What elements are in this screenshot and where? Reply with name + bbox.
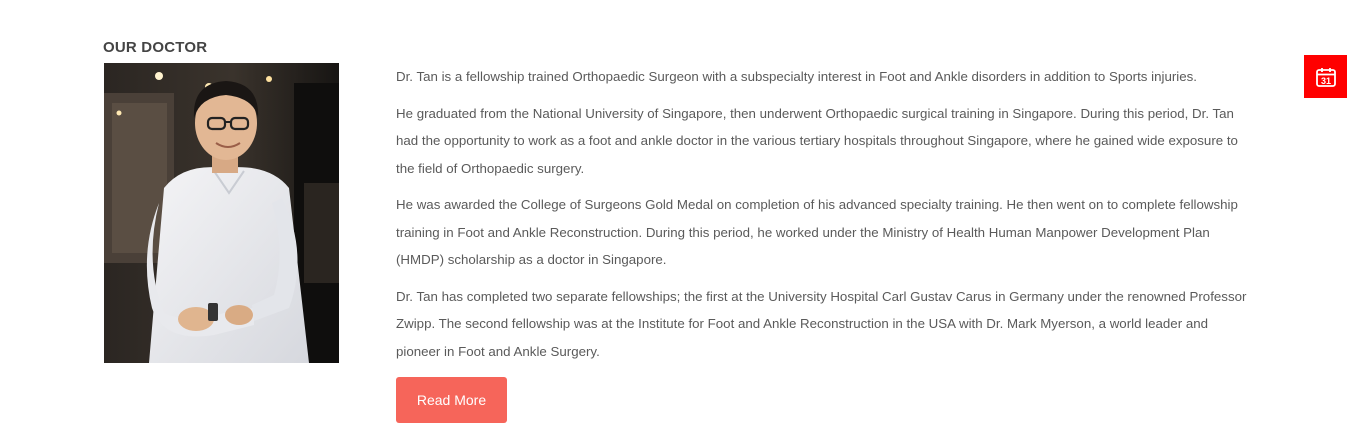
bio-paragraph: Dr. Tan is a fellowship trained Orthopae…	[396, 69, 1197, 84]
bio-paragraph: He graduated from the National Universit…	[396, 105, 1238, 176]
bio-paragraph: He was awarded the College of Surgeons G…	[396, 197, 1238, 267]
calendar-day: 31	[1320, 76, 1330, 86]
appointment-calendar-button[interactable]: 31	[1304, 55, 1347, 98]
bio-paragraph: Dr. Tan has completed two separate fello…	[396, 288, 1247, 359]
doctor-photo	[104, 63, 339, 363]
read-more-button[interactable]: Read More	[396, 377, 507, 423]
doctor-bio: Dr. Tan is a fellowship trained Orthopae…	[396, 63, 1256, 374]
section-title: OUR DOCTOR	[103, 39, 208, 56]
our-doctor-section: OUR DOCTOR Dr. Tan is a fellowship train…	[0, 0, 1347, 435]
calendar-icon: 31	[1315, 67, 1336, 87]
